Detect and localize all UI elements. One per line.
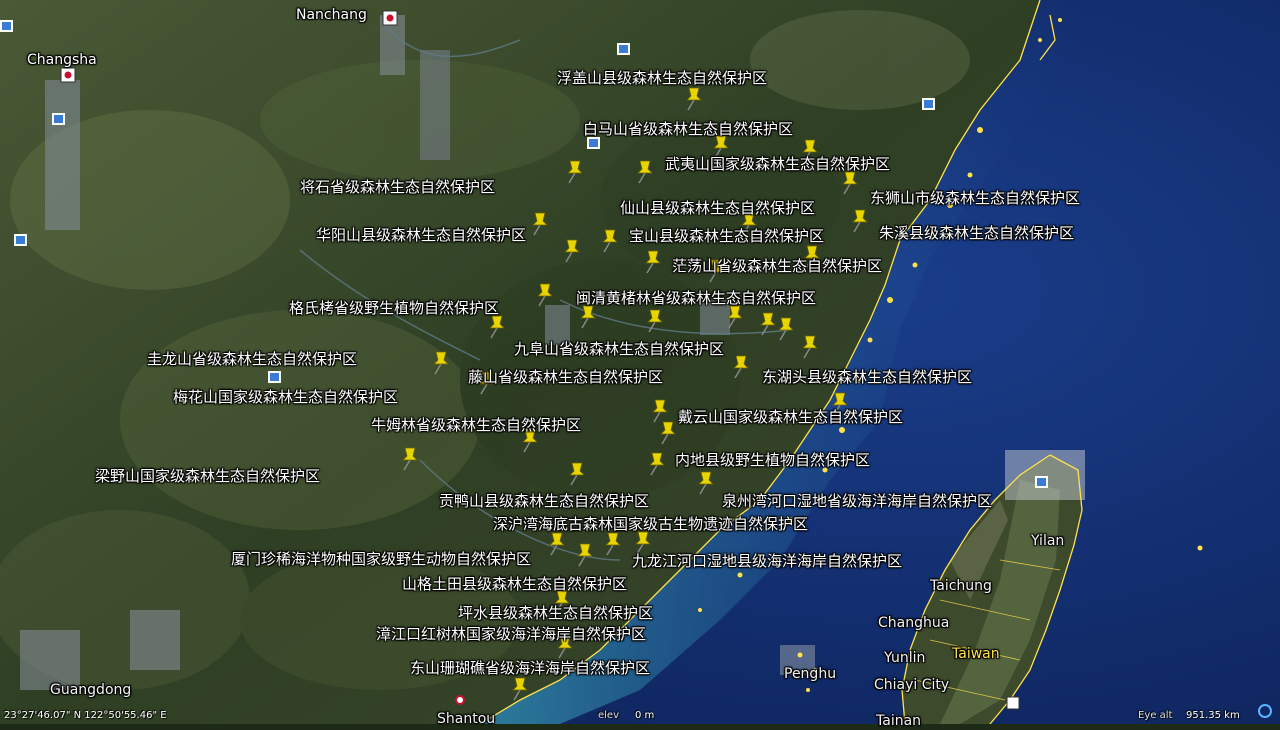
city-label-yilan: Yilan	[1031, 533, 1065, 549]
city-label-yunlin: Yunlin	[884, 650, 926, 666]
reserve-label[interactable]: 梁野山国家级森林生态自然保护区	[95, 467, 320, 485]
photo-icon[interactable]	[587, 137, 600, 149]
reserve-label[interactable]: 白马山省级森林生态自然保护区	[583, 120, 793, 138]
reserve-label[interactable]: 格氏栲省级野生植物自然保护区	[289, 299, 499, 317]
photo-icon[interactable]	[922, 98, 935, 110]
city-label-nanchang: Nanchang	[296, 7, 367, 23]
reserve-label[interactable]: 华阳山县级森林生态自然保护区	[316, 226, 526, 244]
city-label-chiayi: Chiayi City	[874, 677, 950, 693]
streaming-progress-icon	[1258, 704, 1272, 718]
reserve-label[interactable]: 仙山县级森林生态自然保护区	[620, 199, 815, 217]
reserve-label[interactable]: 武夷山国家级森林生态自然保护区	[665, 155, 890, 173]
reserve-label[interactable]: 东狮山市级森林生态自然保护区	[870, 189, 1080, 207]
elevation-label: elev	[598, 710, 620, 721]
photo-icon[interactable]	[52, 113, 65, 125]
reserve-label[interactable]: 浮盖山县级森林生态自然保护区	[557, 69, 767, 87]
reserve-label[interactable]: 漳江口红树林国家级海洋海岸自然保护区	[376, 625, 646, 643]
photo-icon[interactable]	[14, 234, 27, 246]
status-bar: 23°27'46.07" N 122°50'55.46" E elev 0 m …	[0, 704, 1280, 724]
photo-icon[interactable]	[1035, 476, 1048, 488]
reserve-label[interactable]: 将石省级森林生态自然保护区	[300, 178, 495, 196]
island-label-taiwan: Taiwan	[952, 646, 1000, 662]
reserve-label[interactable]: 坪水县级森林生态自然保护区	[458, 604, 653, 622]
reserve-label[interactable]: 内地县级野生植物自然保护区	[675, 451, 870, 469]
reserve-label[interactable]: 山格土田县级森林生态自然保护区	[402, 575, 627, 593]
reserve-label[interactable]: 圭龙山省级森林生态自然保护区	[147, 350, 357, 368]
city-label-changsha: Changsha	[27, 52, 97, 68]
reserve-label[interactable]: 九龙江河口湿地县级海洋海岸自然保护区	[632, 552, 902, 570]
reserve-label[interactable]: 梅花山国家级森林生态自然保护区	[173, 388, 398, 406]
eye-altitude-value: 951.35 km	[1186, 710, 1240, 721]
photo-icon[interactable]	[617, 43, 630, 55]
province-label-guangdong: Guangdong	[50, 682, 132, 698]
eye-altitude-label: Eye alt	[1138, 710, 1173, 721]
reserve-label[interactable]: 牛姆林省级森林生态自然保护区	[371, 416, 581, 434]
elevation-value: 0 m	[635, 710, 655, 721]
reserve-label[interactable]: 东湖头县级森林生态自然保护区	[762, 368, 972, 386]
reserve-label[interactable]: 泉州湾河口湿地省级海洋海岸自然保护区	[722, 492, 992, 510]
pointer-coordinates: 23°27'46.07" N 122°50'55.46" E	[4, 710, 167, 721]
reserve-label[interactable]: 闽清黄楮林省级森林生态自然保护区	[576, 289, 816, 307]
photo-icon[interactable]	[0, 20, 13, 32]
reserve-label[interactable]: 朱溪县级森林生态自然保护区	[879, 224, 1074, 242]
city-label-taichung: Taichung	[930, 578, 992, 594]
reserve-label[interactable]: 贡鸭山县级森林生态自然保护区	[439, 492, 649, 510]
shantou-city-icon	[455, 695, 465, 705]
reserve-label[interactable]: 茫荡山省级森林生态自然保护区	[672, 257, 882, 275]
reserve-label[interactable]: 厦门珍稀海洋物种国家级野生动物自然保护区	[231, 550, 531, 568]
reserve-label[interactable]: 九阜山省级森林生态自然保护区	[514, 340, 724, 358]
photo-icon[interactable]	[268, 371, 281, 383]
reserve-label[interactable]: 深沪湾海底古森林国家级古生物遗迹自然保护区	[493, 515, 808, 533]
city-label-changhua: Changhua	[878, 615, 950, 631]
reserve-label[interactable]: 宝山县级森林生态自然保护区	[629, 227, 824, 245]
reserve-label[interactable]: 藤山省级森林生态自然保护区	[468, 368, 663, 386]
reserve-label[interactable]: 戴云山国家级森林生态自然保护区	[678, 408, 903, 426]
reserve-label[interactable]: 东山珊瑚礁省级海洋海岸自然保护区	[410, 659, 650, 677]
island-label-penghu: Penghu	[784, 666, 837, 682]
